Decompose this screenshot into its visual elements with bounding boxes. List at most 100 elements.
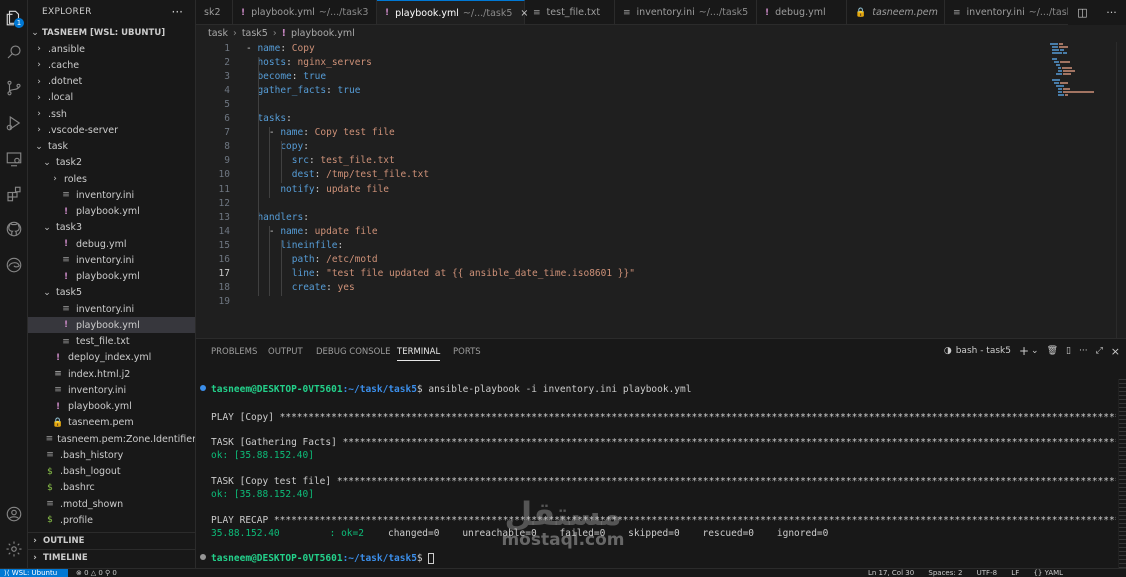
terminal-prompt-line[interactable]: tasneem@DESKTOP-0VT5601:~/task/task5$ xyxy=(211,553,435,564)
code-editor[interactable]: 1 - name: Copy 2 hosts: nginx_servers 3 bec… xyxy=(196,42,1126,338)
encoding[interactable]: UTF-8 xyxy=(977,569,997,577)
tab-debug-console[interactable]: DEBUG CONSOLE xyxy=(316,347,390,357)
workspace-root[interactable]: ⌄ TASNEEM [WSL: UBUNTU] xyxy=(28,25,195,41)
more-actions-icon[interactable]: ··· xyxy=(1106,6,1117,19)
tree-folder[interactable]: › .ansible xyxy=(28,41,195,57)
tree-file[interactable]: ≡ tasneem.pem:Zone.Identifier xyxy=(28,431,195,447)
tree-folder[interactable]: ⌄ task2 xyxy=(28,155,195,171)
tree-file[interactable]: ≡ .motd_shown xyxy=(28,496,195,512)
tab-path: ~/.../task5 xyxy=(698,7,749,18)
editor-tab[interactable]: ! playbook.yml ~/.../task5 × xyxy=(377,0,528,24)
terminal-scrollbar[interactable] xyxy=(1118,379,1126,569)
explorer-icon[interactable]: 1 xyxy=(0,4,28,32)
editor-tab[interactable]: 🔒 tasneem.pem xyxy=(847,0,945,24)
code-indent: - xyxy=(246,43,258,54)
line-ending[interactable]: LF xyxy=(1011,569,1019,577)
tree-file[interactable]: ≡ inventory.ini xyxy=(28,252,195,268)
problems-indicator[interactable]: ⊗ 0 △ 0 ⚲ 0 xyxy=(76,569,117,577)
language-mode[interactable]: {} YAML xyxy=(1033,569,1063,577)
tree-file[interactable]: ! debug.yml xyxy=(28,236,195,252)
tree-item-label: playbook.yml xyxy=(76,206,140,217)
tree-file[interactable]: ≡ inventory.ini xyxy=(28,382,195,398)
tree-file[interactable]: 🔒 tasneem.pem xyxy=(28,415,195,431)
tree-folder[interactable]: › roles xyxy=(28,171,195,187)
code-indent: - xyxy=(246,127,281,139)
remote-indicator[interactable]: ⟩⟨ WSL: Ubuntu xyxy=(0,569,68,577)
tree-file[interactable]: $ .bash_logout xyxy=(28,464,195,480)
settings-icon[interactable] xyxy=(0,535,28,563)
search-icon[interactable] xyxy=(0,38,28,66)
tab-label: tasneem.pem xyxy=(872,7,938,18)
tab-terminal[interactable]: TERMINAL xyxy=(397,347,441,361)
tree-file[interactable]: ≡ test_file.txt xyxy=(28,334,195,350)
breadcrumb-item[interactable]: task xyxy=(208,28,228,39)
tree-folder[interactable]: › .ssh xyxy=(28,106,195,122)
tab-ports[interactable]: PORTS xyxy=(453,347,481,357)
tree-item-label: task5 xyxy=(56,287,83,299)
tree-file[interactable]: ! playbook.yml xyxy=(28,204,195,220)
timeline-section[interactable]: › TIMELINE xyxy=(28,549,195,566)
editor-tab[interactable]: ≡ test_file.txt xyxy=(525,0,615,24)
github-icon[interactable] xyxy=(0,215,28,243)
edge-icon[interactable] xyxy=(0,251,28,279)
editor-tab[interactable]: sk2 xyxy=(196,0,233,24)
close-panel-icon[interactable]: × xyxy=(1111,345,1120,358)
minimap[interactable] xyxy=(1048,42,1098,102)
more-panel-icon[interactable]: ··· xyxy=(1079,346,1088,356)
copy-task-line: TASK [Copy test file] ******************… xyxy=(211,476,1116,487)
tree-file[interactable]: ! playbook.yml xyxy=(28,269,195,285)
tree-file[interactable]: ! deploy_index.yml xyxy=(28,350,195,366)
tree-folder[interactable]: ⌄ task5 xyxy=(28,285,195,301)
yaml-key: copy xyxy=(280,141,304,153)
breadcrumb-item[interactable]: task5 xyxy=(242,28,268,39)
yaml-colon: : xyxy=(280,43,292,54)
terminal-name[interactable]: bash - task5 xyxy=(956,346,1011,356)
tree-file[interactable]: $ .profile xyxy=(28,512,195,528)
source-control-icon[interactable] xyxy=(0,74,28,102)
tab-output[interactable]: OUTPUT xyxy=(268,347,303,357)
tree-file[interactable]: ≡ inventory.ini xyxy=(28,301,195,317)
command-decoration-icon[interactable] xyxy=(200,554,206,560)
explorer-more-button[interactable]: ··· xyxy=(172,5,183,19)
tree-file[interactable]: ≡ inventory.ini xyxy=(28,187,195,203)
account-icon[interactable] xyxy=(0,500,28,528)
tree-folder[interactable]: ⌄ task xyxy=(28,139,195,155)
tree-folder[interactable]: ⌄ task3 xyxy=(28,220,195,236)
command-decoration-icon[interactable] xyxy=(200,385,206,391)
tree-file[interactable]: ≡ index.html.j2 xyxy=(28,366,195,382)
tree-file[interactable]: ≡ .bash_history xyxy=(28,447,195,463)
outline-section[interactable]: › OUTLINE xyxy=(28,532,195,549)
maximize-panel-icon[interactable]: ⤢ xyxy=(1096,346,1103,356)
run-debug-icon[interactable] xyxy=(0,109,28,137)
cursor-position[interactable]: Ln 17, Col 30 xyxy=(868,569,914,577)
code-line: dest: /tmp/test_file.txt xyxy=(246,169,429,180)
editor-scrollbar[interactable] xyxy=(1116,42,1126,338)
breadcrumb: task › task5 › ! playbook.yml xyxy=(196,25,1126,42)
tree-file[interactable]: ! playbook.yml xyxy=(28,317,195,334)
tree-item-label: debug.yml xyxy=(76,238,127,250)
tree-file[interactable]: $ .bashrc xyxy=(28,480,195,496)
editor-tab[interactable]: ≡ inventory.ini ~/.../task5 xyxy=(615,0,757,24)
tree-folder[interactable]: › .dotnet xyxy=(28,74,195,90)
extensions-icon[interactable] xyxy=(0,180,28,208)
split-panel-icon[interactable]: ▯ xyxy=(1066,346,1071,356)
tree-folder[interactable]: › .cache xyxy=(28,57,195,73)
split-editor-icon[interactable]: ◫ xyxy=(1077,6,1087,19)
editor-tab[interactable]: ! playbook.yml ~/.../task3 xyxy=(233,0,377,24)
code-indent: - xyxy=(246,225,281,237)
bottom-panel: PROBLEMS OUTPUT DEBUG CONSOLE TERMINAL P… xyxy=(196,338,1126,569)
line-number: 3 xyxy=(224,71,230,83)
breadcrumb-item[interactable]: playbook.yml xyxy=(291,28,355,39)
new-terminal-button[interactable]: + xyxy=(1019,344,1029,358)
editor-tab[interactable]: ! debug.yml xyxy=(757,0,847,24)
remote-explorer-icon[interactable] xyxy=(0,145,28,173)
tree-file[interactable]: ! playbook.yml xyxy=(28,399,195,415)
tree-folder[interactable]: › .local xyxy=(28,90,195,106)
editor-tab[interactable]: ≡ inventory.ini ~/.../task3 xyxy=(945,0,1080,24)
tab-problems[interactable]: PROBLEMS xyxy=(211,347,257,357)
trash-icon[interactable]: 🗑 xyxy=(1047,346,1058,356)
indentation[interactable]: Spaces: 2 xyxy=(928,569,962,577)
chevron-down-icon[interactable]: ⌄ xyxy=(1031,346,1039,356)
terminal-output[interactable]: tasneem@DESKTOP-0VT5601:~/task/task5$ an… xyxy=(196,379,1116,569)
tree-folder[interactable]: › .vscode-server xyxy=(28,122,195,138)
